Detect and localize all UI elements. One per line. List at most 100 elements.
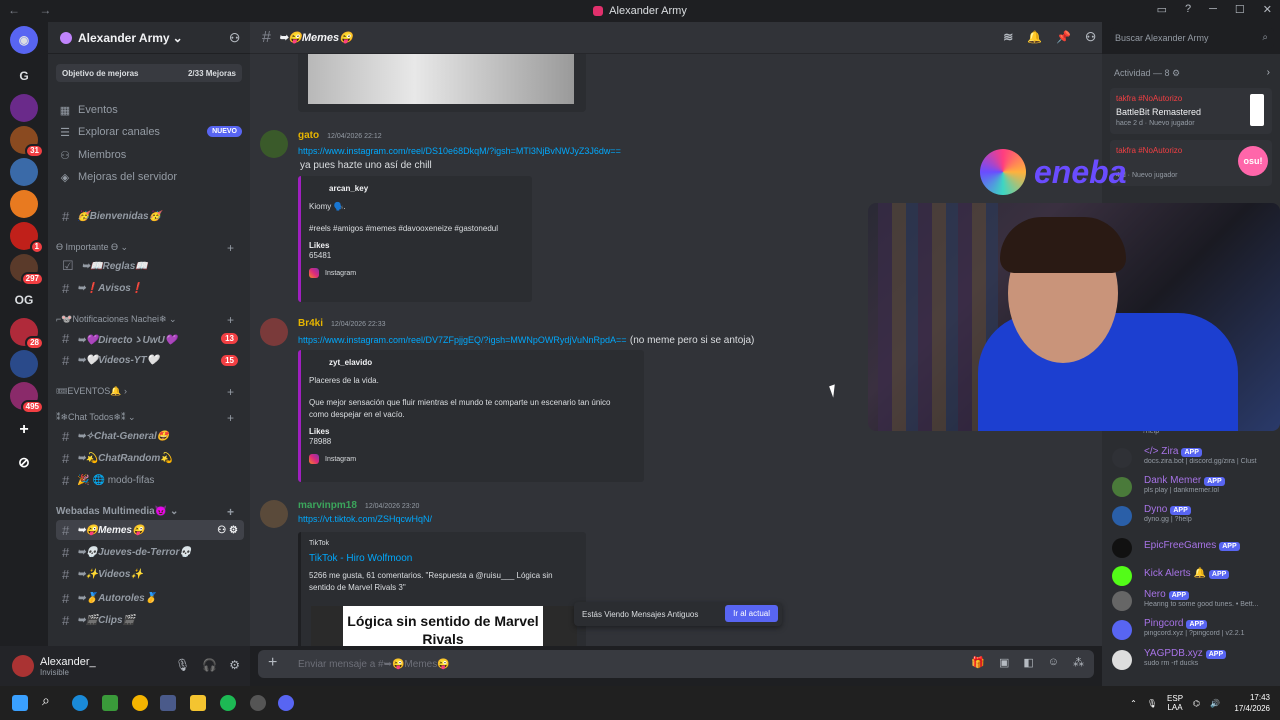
microphone-icon[interactable]: 🎙: [175, 658, 190, 672]
channel-chat-general[interactable]: # ➥✧Chat-General🤩: [56, 426, 244, 446]
volume-icon[interactable]: 🔊: [1210, 699, 1220, 708]
chevron-up-icon[interactable]: ⌃: [1130, 699, 1137, 708]
server-icon[interactable]: 297: [10, 254, 44, 286]
close-button[interactable]: ✕: [1263, 3, 1272, 16]
member-item[interactable]: </> Zira APP docs.zira.bot | discord.gg/zi…: [1112, 446, 1272, 472]
member-item[interactable]: Dank Memer APP pls play | dankmemer.lol: [1112, 475, 1272, 501]
threads-icon[interactable]: ≋: [1003, 30, 1013, 44]
server-icon-g[interactable]: G: [10, 62, 38, 90]
avatar[interactable]: [12, 655, 34, 677]
network-icon[interactable]: ⌬: [1193, 699, 1200, 708]
channel-settings-icon[interactable]: ⚇ ⚙: [217, 525, 238, 536]
channel-autoroles[interactable]: # ➥🥇Autoroles🥇: [56, 588, 244, 608]
search-input[interactable]: Buscar Alexander Army ⌕: [1110, 28, 1274, 48]
channel-videos-yt[interactable]: # ➥🤍Videos-YT🤍 15: [56, 350, 244, 370]
file-explorer-icon[interactable]: [190, 695, 206, 711]
server-icon[interactable]: [10, 190, 38, 218]
minecraft-icon[interactable]: [102, 695, 118, 711]
server-icon[interactable]: 1: [10, 222, 44, 254]
gear-icon[interactable]: ⚙: [229, 658, 240, 672]
channel-clips[interactable]: # ➥🎬Clips🎬: [56, 610, 244, 630]
add-member-icon[interactable]: ⚇: [229, 31, 240, 45]
embed-author[interactable]: arcan_key: [329, 184, 524, 193]
category-eventos[interactable]: 🎟EVENTOS🔔 › +: [56, 385, 246, 399]
message-link[interactable]: https://www.instagram.com/reel/DS10e68Dk…: [298, 146, 621, 156]
member-item[interactable]: EpicFreeGames APP: [1112, 536, 1272, 562]
windows-start-icon[interactable]: [12, 695, 28, 711]
server-icon[interactable]: [10, 350, 38, 378]
channel-directo[interactable]: # ➥💜DirectoゝUwU💜 13: [56, 328, 244, 348]
edge-icon[interactable]: [72, 695, 88, 711]
member-item[interactable]: Dyno APP dyno.gg | ?help: [1112, 504, 1272, 530]
add-channel-icon[interactable]: +: [227, 505, 234, 519]
boost-goal-bar[interactable]: Objetivo de mejoras 2/33 Mejoras: [56, 64, 242, 82]
minimize-button[interactable]: ─: [1209, 3, 1217, 16]
server-icon[interactable]: [10, 158, 38, 186]
clock[interactable]: 17:43 17/4/2026: [1234, 692, 1270, 714]
nav-arrows-icon[interactable]: ← →: [8, 3, 59, 17]
activity-card[interactable]: takfra #NoAutorizo BattleBit Remastered …: [1110, 88, 1272, 134]
emoji-icon[interactable]: ☺: [1048, 656, 1059, 669]
menu-item-events[interactable]: ▦ Eventos: [58, 100, 118, 120]
category-notificaciones[interactable]: ⌐🐭Notificaciones Nachei❄ ⌄ +: [56, 313, 246, 327]
headphones-icon[interactable]: 🎧: [202, 658, 217, 672]
menu-item-explore[interactable]: ☰ Explorar canales: [58, 122, 160, 142]
member-item[interactable]: Kick Alerts 🔔 APP: [1112, 564, 1272, 590]
channel-avisos[interactable]: # ➥❗Avisos❗: [56, 278, 244, 298]
avatar[interactable]: [260, 130, 288, 158]
gif-icon[interactable]: ▣: [999, 656, 1009, 669]
message-link[interactable]: https://www.instagram.com/reel/DV7ZFpjjg…: [298, 335, 627, 345]
gift-icon[interactable]: 🎁: [971, 656, 985, 669]
sticker-icon[interactable]: ◧: [1023, 656, 1033, 669]
pin-icon[interactable]: 📌: [1056, 30, 1071, 44]
member-item[interactable]: Nero APP Hearing to some good tunes. • Bet…: [1112, 589, 1272, 615]
member-item[interactable]: Pingcord APP pingcord.xyz | ?pingcord | v2…: [1112, 618, 1272, 644]
add-channel-icon[interactable]: +: [227, 313, 234, 327]
mic-tray-icon[interactable]: 🎙: [1147, 699, 1157, 708]
add-channel-icon[interactable]: +: [227, 385, 234, 399]
add-channel-icon[interactable]: +: [227, 411, 234, 425]
category-importante[interactable]: ϴ Importante ϴ ⌄ +: [56, 241, 246, 255]
message-author[interactable]: marvinpm18 12/04/2026 23:20: [298, 500, 419, 511]
language-indicator[interactable]: ESP LAA: [1167, 694, 1183, 712]
discord-icon[interactable]: [278, 695, 294, 711]
add-server-icon[interactable]: +: [10, 416, 38, 444]
embed-thumbnail[interactable]: Lógica sin sentido de Marvel Rivals: [311, 606, 577, 646]
message-input[interactable]: + Enviar mensaje a #➥😜Memes😜 🎁 ▣ ◧ ☺ ⁂: [258, 650, 1094, 678]
message-author[interactable]: gato 12/04/2026 22:12: [298, 130, 382, 141]
chrome-icon[interactable]: [132, 695, 148, 711]
channel-reglas[interactable]: ☑ ➥📖Reglas📖: [56, 256, 244, 276]
obs-icon[interactable]: [250, 695, 266, 711]
channel-jueves[interactable]: # ➥💀Jueves-de-Terror💀: [56, 542, 244, 562]
channel-chat-random[interactable]: # ➥💫ChatRandom💫: [56, 448, 244, 468]
server-icon[interactable]: 31: [10, 126, 44, 158]
discord-home-icon[interactable]: ◉: [10, 26, 38, 54]
avatar[interactable]: [260, 500, 288, 528]
search-icon[interactable]: ⌕: [42, 692, 58, 708]
server-icon-og[interactable]: OG: [10, 286, 38, 314]
add-channel-icon[interactable]: +: [227, 241, 234, 255]
maximize-button[interactable]: ☐: [1235, 3, 1245, 16]
embed-title[interactable]: TikTok - Hiro Wolfmoon: [309, 553, 578, 564]
channel-bienvenidas[interactable]: # 🥳Bienvenidas🥳: [56, 206, 244, 226]
menu-item-boosts[interactable]: ◈ Mejoras del servidor: [58, 167, 177, 187]
embed-image[interactable]: [298, 54, 586, 112]
help-icon[interactable]: ?: [1185, 3, 1191, 16]
chevron-right-icon[interactable]: ›: [1267, 67, 1270, 78]
message-link[interactable]: https://vt.tiktok.com/ZSHqcwHqN/: [298, 514, 432, 524]
avatar[interactable]: [260, 318, 288, 346]
server-icon[interactable]: 28: [10, 318, 44, 350]
message-author[interactable]: Br4ki 12/04/2026 22:33: [298, 318, 386, 329]
channel-modo-fifas[interactable]: # 🎉 🌐 modo-fifas: [56, 470, 244, 490]
category-webadas[interactable]: Webadas Multimedia😈 ⌄ +: [56, 505, 246, 519]
server-icon[interactable]: [10, 94, 38, 122]
embed-author[interactable]: zyt_elavido: [329, 358, 636, 367]
member-item[interactable]: YAGPDB.xyz APP sudo rm -rf ducks: [1112, 648, 1272, 674]
category-chat-todos[interactable]: ⁑❄Chat Todos❄⁑ ⌄ +: [56, 411, 246, 425]
attach-plus-icon[interactable]: +: [268, 654, 277, 672]
server-header[interactable]: Alexander Army ⌄ ⚇: [48, 22, 250, 54]
apps-icon[interactable]: ⁂: [1073, 656, 1084, 669]
members-toggle-icon[interactable]: ⚇: [1085, 30, 1096, 44]
channel-videos[interactable]: # ➥✨Videos✨: [56, 564, 244, 584]
spotify-icon[interactable]: [220, 695, 236, 711]
